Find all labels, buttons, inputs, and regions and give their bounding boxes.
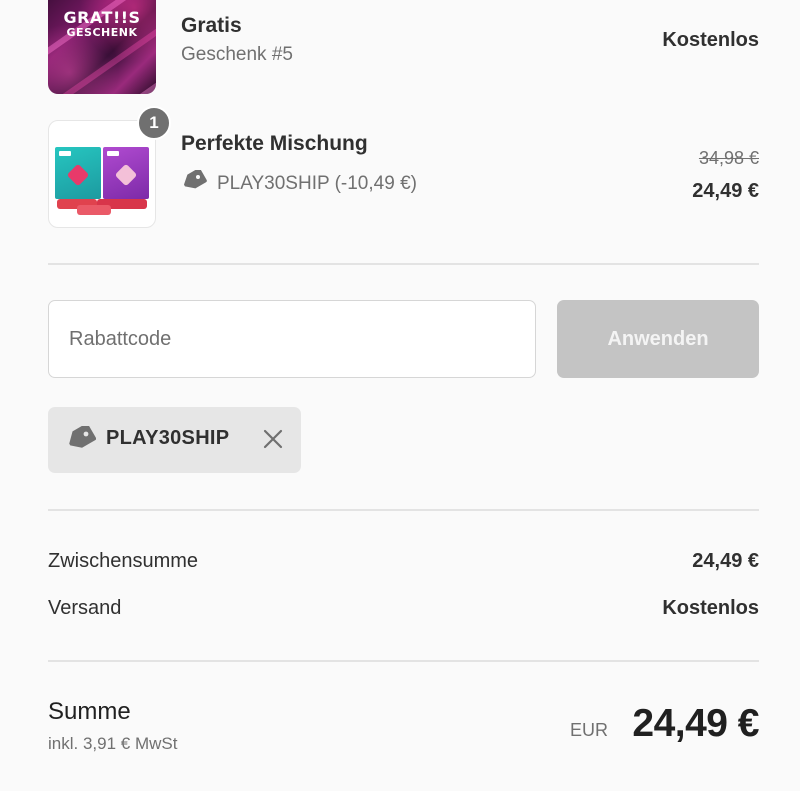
tag-icon <box>66 423 97 457</box>
applied-discount-label: PLAY30SHIP <box>106 427 230 449</box>
item-discount-text: PLAY30SHIP (-10,49 €) <box>217 173 417 194</box>
discount-code-input[interactable] <box>48 300 536 378</box>
tax-note: inkl. 3,91 € MwSt <box>48 734 178 753</box>
shipping-label: Versand <box>48 597 122 619</box>
tag-icon <box>181 168 207 198</box>
item-subtitle: Geschenk #5 <box>181 44 293 65</box>
subtotal-label: Zwischensumme <box>48 550 199 572</box>
product-image-gift: GRAT!!S GESCHENK <box>48 0 156 94</box>
shipping-value: Kostenlos <box>662 597 759 619</box>
item-price: Kostenlos <box>662 29 759 51</box>
line-item-product: 1 Perfekte Mischung PLAY30SHIP (-10,49 €… <box>48 106 759 228</box>
product-image <box>48 120 156 228</box>
line-item-gift: GRAT!!S GESCHENK Gratis Geschenk #5 Kost… <box>48 0 759 96</box>
total-label: Summe <box>48 698 131 725</box>
currency-code: EUR <box>569 720 608 740</box>
item-title: Perfekte Mischung <box>181 132 368 155</box>
quantity-badge: 1 <box>137 106 171 140</box>
order-summary: GRAT!!S GESCHENK Gratis Geschenk #5 Kost… <box>0 0 800 791</box>
divider <box>48 660 759 662</box>
applied-discount-chip: PLAY30SHIP <box>48 407 301 473</box>
gift-image-text: GRAT!!S GESCHENK <box>63 8 141 39</box>
close-icon[interactable] <box>262 428 284 450</box>
item-title: Gratis <box>181 14 242 37</box>
item-discount-line: PLAY30SHIP (-10,49 €) <box>181 168 417 198</box>
total-value: 24,49 € <box>632 702 759 745</box>
apply-discount-button[interactable]: Anwenden <box>557 300 759 378</box>
divider <box>48 509 759 511</box>
subtotal-value: 24,49 € <box>692 550 759 572</box>
item-price: 24,49 € <box>692 180 759 202</box>
item-original-price: 34,98 € <box>698 148 759 168</box>
divider <box>48 263 759 265</box>
